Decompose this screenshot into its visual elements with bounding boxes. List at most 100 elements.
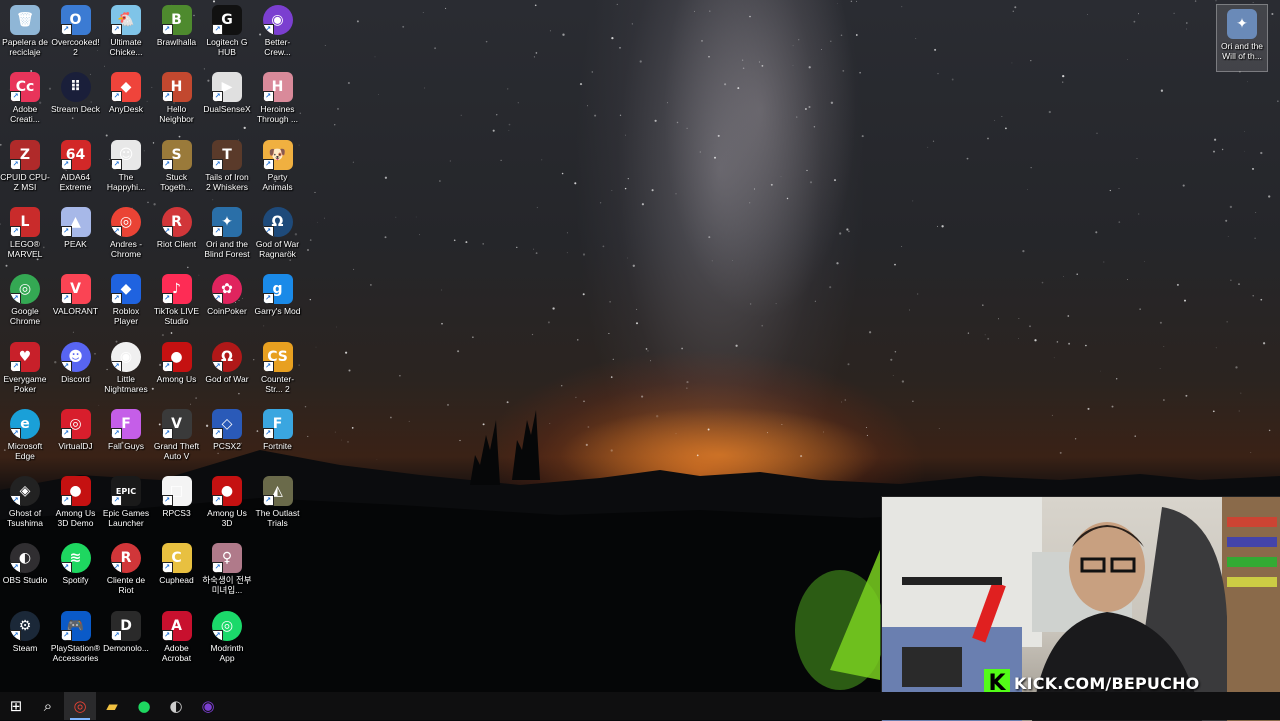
desktop-icon-among-us-demo[interactable]: ● ↗ Among Us 3D Demo bbox=[51, 472, 101, 538]
ori-will-icon: ✦ bbox=[1227, 9, 1257, 39]
desktop-icon-logitech[interactable]: G ↗ Logitech G HUB bbox=[202, 1, 252, 67]
desktop-icon-among-us[interactable]: ● ↗ Among Us bbox=[152, 338, 202, 404]
spotify-icon: ● bbox=[137, 697, 151, 715]
desktop-icon-fall-guys[interactable]: F ↗ Fall Guys bbox=[101, 405, 151, 471]
desktop-icon-overcooked[interactable]: O ↗ Overcooked! 2 bbox=[51, 1, 101, 67]
demonologist-icon: D ↗ bbox=[111, 611, 141, 641]
ori-will-glyph: ✦ bbox=[1236, 16, 1248, 32]
desktop-icon-modrinth[interactable]: ◎ ↗ Modrinth App bbox=[202, 607, 252, 673]
desktop-icon-ultimate-chicken[interactable]: 🐔 ↗ Ultimate Chicke... bbox=[101, 1, 151, 67]
desktop-icon-korean-video[interactable]: ♀ ↗ 하숙생이 전부 미녀입... bbox=[202, 539, 252, 605]
desktop-icon-steam[interactable]: ⚙ ↗ Steam bbox=[0, 607, 50, 673]
desktop-icon-cliente-riot[interactable]: R ↗ Cliente de Riot bbox=[101, 539, 151, 605]
desktop-icon-label: Ghost of Tsushima V... bbox=[7, 508, 43, 528]
desktop-icon-adobe-acrobat[interactable]: A ↗ Adobe Acrobat bbox=[152, 607, 202, 673]
desktop-icon-label: LEGO® MARVEL Su... bbox=[7, 239, 43, 259]
desktop-icon-party-animals[interactable]: 🐶 ↗ Party Animals bbox=[253, 136, 303, 202]
tails-of-iron-glyph: T bbox=[222, 147, 232, 163]
desktop-icon-outlast-trials[interactable]: ◭ ↗ The Outlast Trials bbox=[253, 472, 303, 538]
desktop-icon-peak[interactable]: ▲ ↗ PEAK bbox=[51, 203, 101, 269]
desktop-icon-little-nightmares[interactable]: ◉ ↗ Little Nightmares bbox=[101, 338, 151, 404]
desktop-icon-andres-chrome[interactable]: ◎ ↗ Andres - Chrome bbox=[101, 203, 151, 269]
desktop-icon-label: Fall Guys bbox=[108, 441, 144, 451]
shortcut-arrow-icon: ↗ bbox=[262, 91, 274, 102]
shortcut-arrow-icon: ↗ bbox=[161, 428, 173, 439]
desktop-icon-label: 하숙생이 전부 미녀입... bbox=[202, 575, 252, 595]
desktop-icon-fortnite[interactable]: F ↗ Fortnite bbox=[253, 405, 303, 471]
dualsensex-icon: ▶ ↗ bbox=[212, 72, 242, 102]
desktop-icon-stuck-together[interactable]: S ↗ Stuck Togeth... bbox=[152, 136, 202, 202]
desktop-icon-recycle[interactable]: 🗑 Papelera de reciclaje bbox=[0, 1, 50, 67]
desktop-icon-ori-will[interactable]: ✦ Ori and the Will of th... bbox=[1216, 4, 1268, 72]
desktop-icon-better-crewlink[interactable]: ◉ ↗ Better-Crew... bbox=[253, 1, 303, 67]
desktop-icon-anydesk[interactable]: ◆ ↗ AnyDesk bbox=[101, 68, 151, 134]
discord-icon: ☻ ↗ bbox=[60, 342, 91, 372]
taskbar-button-start[interactable]: ⊞ bbox=[0, 692, 32, 720]
desktop-icon-label: Riot Client bbox=[156, 239, 197, 249]
desktop-icon-label: Spotify bbox=[62, 575, 89, 585]
desktop-icon-ps-accessories[interactable]: 🎮 ↗ PlayStation® Accessories bbox=[51, 607, 101, 673]
overcooked-icon: O ↗ bbox=[60, 5, 91, 35]
tails-of-iron-icon: T ↗ bbox=[212, 140, 242, 170]
stuck-together-glyph: S bbox=[171, 147, 182, 163]
desktop-icon-epic-games[interactable]: EPIC ↗ Epic Games Launcher bbox=[101, 472, 151, 538]
shortcut-arrow-icon: ↗ bbox=[111, 24, 122, 35]
desktop-icon-riot-client[interactable]: R ↗ Riot Client bbox=[152, 203, 202, 269]
desktop-icon-demonologist[interactable]: D ↗ Demonolo... bbox=[101, 607, 151, 673]
desktop-icon-lego-marvel[interactable]: L↗LEGO® MARVEL Su... bbox=[0, 203, 50, 269]
desktop-icon-tiktok-live[interactable]: ♪ ↗ TikTok LIVE Studio bbox=[152, 270, 202, 336]
desktop-icon-stream-deck[interactable]: ⠿ Stream Deck bbox=[51, 68, 101, 134]
taskbar-button-search[interactable]: ⌕ bbox=[32, 692, 64, 720]
desktop-icon-edge[interactable]: e ↗ Microsoft Edge bbox=[0, 405, 50, 471]
desktop-icon-label: RPCS3 bbox=[162, 508, 191, 518]
desktop-icon-virtualdj[interactable]: ◎ ↗ VirtualDJ bbox=[51, 405, 101, 471]
desktop-icon-cuphead[interactable]: C ↗ Cuphead bbox=[152, 539, 202, 605]
desktop-icon-brawlhalla[interactable]: B ↗ Brawlhalla bbox=[152, 1, 202, 67]
desktop-icon-roblox[interactable]: ◆ ↗ Roblox Player bbox=[101, 270, 151, 336]
desktop-icon-among-us-3d[interactable]: ● ↗ Among Us 3D bbox=[202, 472, 252, 538]
desktop-icon-happyhills[interactable]: ☺ ↗ The Happyhi... bbox=[101, 136, 151, 202]
desktop-icon-coinpoker[interactable]: ✿ ↗ CoinPoker bbox=[202, 270, 252, 336]
kick-channel-url: KICK.COM/BEPUCHO bbox=[1014, 673, 1200, 693]
desktop-icon-heroines[interactable]: H ↗ Heroines Through ... bbox=[253, 68, 303, 134]
hello-neighbor-icon: H ↗ bbox=[161, 72, 192, 102]
desktop-icon-dualsensex[interactable]: ▶ ↗ DualSenseX bbox=[202, 68, 252, 134]
desktop-icon-label: Stream Deck bbox=[50, 104, 101, 114]
desktop-icon-cpuz[interactable]: Z ↗ CPUID CPU-Z MSI bbox=[0, 136, 50, 202]
desktop-icon-rpcs3[interactable]: □ ↗ RPCS3 bbox=[152, 472, 202, 538]
desktop-icon-label: TikTok LIVE Studio bbox=[153, 306, 200, 326]
desktop-icon-god-of-war[interactable]: Ω ↗ God of War bbox=[202, 338, 252, 404]
desktop-icon-gow-ragnarok[interactable]: Ω ↗ God of War Ragnarök bbox=[253, 203, 303, 269]
taskbar-button-spotify[interactable]: ● bbox=[128, 692, 160, 720]
desktop-icon-pcsx2[interactable]: ◇ ↗ PCSX2 bbox=[202, 405, 252, 471]
desktop-icon-label: Hello Neighbor bbox=[159, 104, 194, 124]
taskbar-button-obs[interactable]: ◐ bbox=[160, 692, 192, 720]
gta-v-glyph: V bbox=[171, 416, 182, 432]
desktop-icon-discord[interactable]: ☻ ↗ Discord bbox=[51, 338, 101, 404]
desktop-icon-tails-of-iron[interactable]: T↗Tails of Iron 2 Whiskers o... bbox=[202, 136, 252, 202]
desktop-icon-adobe-cc[interactable]: Cc ↗ Adobe Creati... bbox=[0, 68, 50, 134]
desktop-icon-obs[interactable]: ◐ ↗ OBS Studio bbox=[0, 539, 50, 605]
desktop-icon-google-chrome[interactable]: ◎ ↗ Google Chrome bbox=[0, 270, 50, 336]
desktop-icon-everygame[interactable]: ♥ ↗ Everygame Poker bbox=[0, 338, 50, 404]
desktop-icon-valorant[interactable]: V ↗ VALORANT bbox=[51, 270, 101, 336]
desktop-icon-label: Discord bbox=[61, 374, 90, 384]
logitech-icon: G ↗ bbox=[212, 5, 242, 35]
desktop-icon-label: Among Us 3D Demo bbox=[55, 508, 96, 528]
desktop-icon-hello-neighbor[interactable]: H ↗ Hello Neighbor bbox=[152, 68, 202, 134]
folder-icon: ▰ bbox=[106, 697, 118, 715]
shortcut-arrow-icon: ↗ bbox=[212, 159, 223, 170]
desktop-icon-garrys-mod[interactable]: g ↗ Garry's Mod bbox=[253, 270, 303, 336]
desktop-icon-gta-v[interactable]: V ↗ Grand Theft Auto V bbox=[152, 405, 202, 471]
desktop-icon-aida64[interactable]: 64 ↗ AIDA64 Extreme bbox=[51, 136, 101, 202]
desktop-icon-ori-blind[interactable]: ✦ ↗ Ori and the Blind Forest bbox=[202, 203, 252, 269]
desktop-icon-spotify[interactable]: ≋ ↗ Spotify bbox=[51, 539, 101, 605]
taskbar-button-better-crewlink[interactable]: ◉ bbox=[192, 692, 224, 720]
taskbar-button-chrome[interactable]: ◎ bbox=[64, 692, 96, 720]
fortnite-icon: F ↗ bbox=[262, 409, 293, 439]
taskbar-button-explorer[interactable]: ▰ bbox=[96, 692, 128, 720]
shortcut-arrow-icon: ↗ bbox=[10, 159, 21, 170]
desktop-icon-label: Adobe Acrobat bbox=[161, 643, 192, 663]
desktop-icon-cs2[interactable]: CS ↗ Counter-Str... 2 bbox=[253, 338, 303, 404]
desktop-icon-ghost-tsushima[interactable]: ◈↗Ghost of Tsushima V... bbox=[0, 472, 50, 538]
